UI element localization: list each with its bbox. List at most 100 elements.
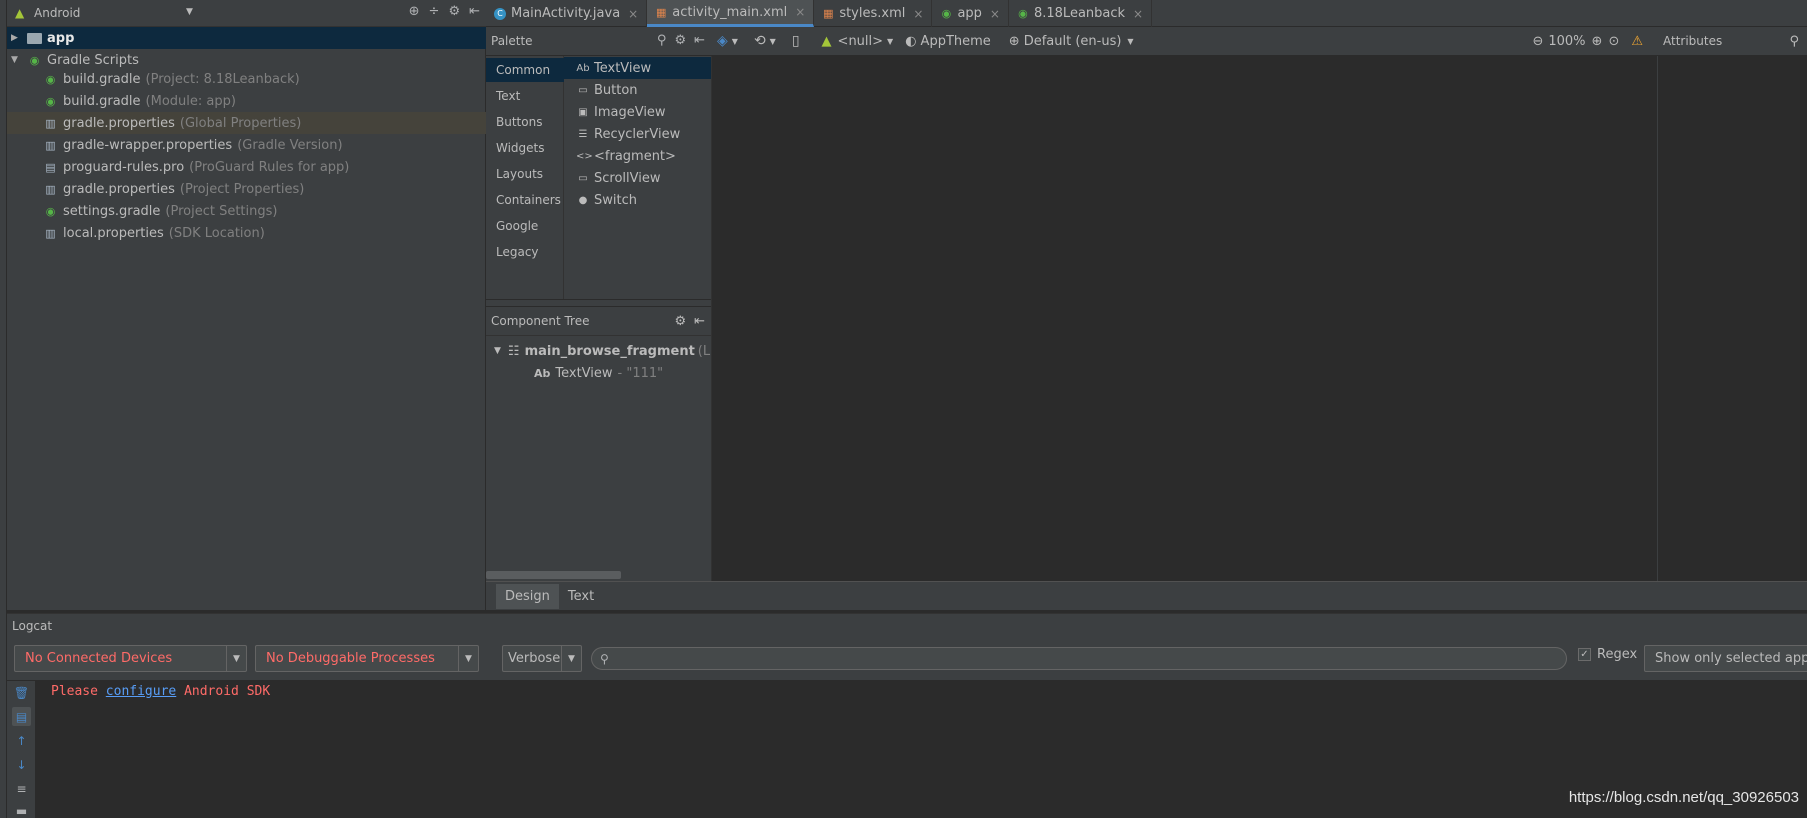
tree-item[interactable]: ▥ local.properties (SDK Location) — [7, 222, 486, 244]
hide-panel-icon[interactable]: ⇤ — [694, 314, 705, 329]
tree-item[interactable]: ◉ build.gradle (Project: 8.18Leanback) — [7, 68, 486, 90]
scroll-to-end-icon[interactable]: ▤ — [12, 707, 31, 726]
close-icon[interactable]: × — [913, 7, 923, 21]
locale-dropdown[interactable]: Default (en-us) — [1024, 34, 1122, 49]
locate-icon[interactable]: ⊕ — [409, 4, 420, 19]
palette-category[interactable]: Legacy — [486, 240, 564, 264]
chevron-down-icon[interactable]: ▼ — [887, 37, 893, 46]
tree-item-app[interactable]: ▶ app — [7, 27, 486, 49]
expand-arrow-icon[interactable]: ▶ — [11, 33, 23, 43]
palette-item-fragment[interactable]: <> <fragment> — [564, 145, 711, 167]
palette-category[interactable]: Layouts — [486, 162, 564, 186]
palette-item-scrollview[interactable]: ▭ ScrollView — [564, 167, 711, 189]
palette-item-button[interactable]: ▭ Button — [564, 79, 711, 101]
chevron-down-icon[interactable]: ▼ — [561, 646, 581, 671]
tree-item[interactable]: ▥ gradle.properties (Project Properties) — [7, 178, 486, 200]
collapse-all-icon[interactable]: ÷ — [429, 4, 440, 19]
tree-item[interactable]: ◉ build.gradle (Module: app) — [7, 90, 486, 112]
tree-item[interactable]: ▥ gradle-wrapper.properties (Gradle Vers… — [7, 134, 486, 156]
print-icon[interactable]: ▬ — [12, 801, 31, 818]
palette-category[interactable]: Text — [486, 84, 564, 108]
close-icon[interactable]: × — [628, 7, 638, 21]
close-icon[interactable]: × — [990, 7, 1000, 21]
tree-node-hint: - "111" — [617, 365, 664, 381]
palette-item-recyclerview[interactable]: ☰ RecyclerView — [564, 123, 711, 145]
chevron-down-icon[interactable]: ▼ — [732, 37, 738, 46]
chevron-down-icon[interactable]: ▼ — [226, 646, 246, 671]
palette-categories: Common Text Buttons Widgets Layouts Cont… — [486, 56, 564, 299]
zoom-in-icon[interactable]: ⊕ — [1592, 34, 1603, 49]
regex-checkbox[interactable]: ✓ Regex — [1578, 647, 1637, 662]
project-panel-header: ▲ Android ▼ ⊕ ÷ ⚙ ⇤ — [7, 0, 486, 27]
collapse-arrow-icon[interactable]: ▼ — [11, 55, 23, 65]
panel-splitter[interactable] — [486, 299, 711, 307]
device-dropdown[interactable]: No Connected Devices ▼ — [14, 645, 247, 672]
palette-category[interactable]: Widgets — [486, 136, 564, 160]
palette-category[interactable]: Buttons — [486, 110, 564, 134]
arrow-down-icon[interactable]: ↓ — [12, 755, 31, 774]
left-tool-strip — [0, 0, 7, 818]
tree-item[interactable]: ▤ proguard-rules.pro (ProGuard Rules for… — [7, 156, 486, 178]
chevron-down-icon[interactable]: ▼ — [1127, 37, 1133, 46]
arrow-up-icon[interactable]: ↑ — [12, 731, 31, 750]
tree-item-label: build.gradle — [63, 71, 141, 87]
chevron-down-icon[interactable]: ▼ — [458, 646, 478, 671]
trash-icon[interactable]: 🗑 — [12, 683, 31, 702]
gear-icon[interactable]: ⚙ — [674, 314, 686, 329]
search-icon[interactable]: ⚲ — [1789, 34, 1799, 49]
checkbox-icon[interactable]: ✓ — [1578, 648, 1591, 661]
palette-category[interactable]: Google — [486, 214, 564, 238]
layers-icon[interactable]: ◈ — [717, 33, 728, 49]
process-dropdown[interactable]: No Debuggable Processes ▼ — [255, 645, 479, 672]
tree-node-textview[interactable]: Ab TextView - "111" — [534, 362, 663, 384]
project-view-mode[interactable]: Android — [34, 6, 80, 20]
tab-app[interactable]: ◉ app × — [932, 0, 1009, 27]
tab-styles[interactable]: ▦ styles.xml × — [814, 0, 933, 27]
warning-icon[interactable]: ⚠ — [1631, 34, 1643, 49]
gear-icon[interactable]: ⚙ — [448, 4, 460, 19]
component-tree: ▼ ☷ main_browse_fragment (Li Ab TextView… — [486, 336, 711, 581]
api-level-dropdown[interactable]: <null> — [838, 34, 884, 49]
zoom-fit-icon[interactable]: ⊙ — [1608, 34, 1619, 49]
logcat-header: Logcat — [7, 613, 1807, 637]
tab-main-activity[interactable]: C MainActivity.java × — [486, 0, 648, 27]
palette-item-textview[interactable]: Ab TextView — [564, 57, 711, 79]
close-icon[interactable]: × — [795, 5, 805, 19]
tree-node-label: TextView — [555, 365, 613, 381]
properties-icon: ▥ — [45, 182, 56, 196]
project-panel: ▲ Android ▼ ⊕ ÷ ⚙ ⇤ ▶ app ▼ ◉ Gradle Scr… — [7, 0, 486, 610]
orientation-icon[interactable]: ⟲ — [754, 33, 766, 49]
zoom-out-icon[interactable]: ⊖ — [1532, 34, 1543, 49]
palette-category[interactable]: Containers — [486, 188, 564, 212]
search-icon[interactable]: ⚲ — [657, 33, 667, 48]
tab-text[interactable]: Text — [559, 584, 603, 609]
chevron-down-icon[interactable]: ▼ — [186, 7, 193, 17]
tab-design[interactable]: Design — [496, 583, 559, 609]
search-input[interactable] — [612, 651, 1513, 666]
palette-category[interactable]: Common — [486, 58, 564, 82]
tab-activity-main[interactable]: ▦ activity_main.xml × — [647, 0, 815, 27]
hide-panel-icon[interactable]: ⇤ — [469, 4, 480, 19]
log-level-dropdown[interactable]: Verbose ▼ — [502, 645, 582, 672]
tab-leanback[interactable]: ◉ 8.18Leanback × — [1009, 0, 1153, 27]
tree-item[interactable]: ◉ settings.gradle (Project Settings) — [7, 200, 486, 222]
tree-node-root[interactable]: ▼ ☷ main_browse_fragment (Li — [486, 340, 711, 362]
chevron-down-icon[interactable]: ▼ — [770, 37, 776, 46]
design-canvas[interactable] — [711, 56, 1657, 581]
configure-link[interactable]: configure — [106, 684, 176, 699]
device-icon[interactable]: ▯ — [792, 33, 800, 49]
close-icon[interactable]: × — [1133, 7, 1143, 21]
palette-item-switch[interactable]: ● Switch — [564, 189, 711, 211]
theme-selector[interactable]: AppTheme — [921, 34, 991, 49]
tree-item[interactable]: ▥ gradle.properties (Global Properties) — [7, 112, 486, 134]
soft-wrap-icon[interactable]: ≡ — [12, 779, 31, 798]
hide-panel-icon[interactable]: ⇤ — [694, 33, 705, 48]
filter-dropdown[interactable]: Show only selected appli — [1644, 645, 1807, 672]
xml-layout-icon: ▦ — [656, 5, 667, 19]
gear-icon[interactable]: ⚙ — [674, 33, 686, 48]
palette-item-imageview[interactable]: ▣ ImageView — [564, 101, 711, 123]
logcat-search[interactable]: ⚲ — [591, 647, 1567, 670]
log-message-text: Please — [51, 684, 98, 699]
horizontal-scrollbar[interactable] — [486, 571, 621, 579]
collapse-arrow-icon[interactable]: ▼ — [494, 346, 501, 356]
